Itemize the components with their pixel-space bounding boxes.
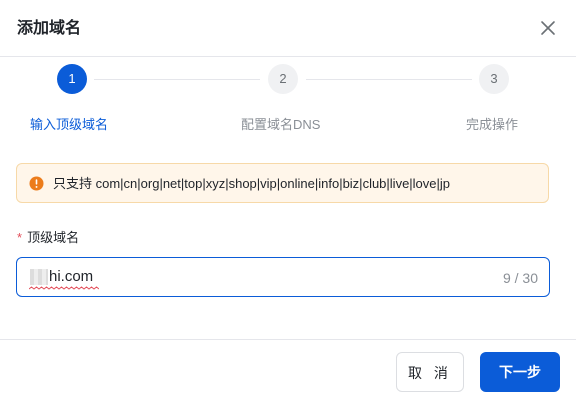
step-2-label: 配置域名DNS	[241, 117, 321, 132]
step-1-label: 输入顶级域名	[30, 117, 109, 132]
spellcheck-underline	[29, 286, 99, 290]
required-mark: *	[17, 230, 23, 245]
step-2-circle: 2	[268, 64, 298, 94]
close-icon[interactable]	[536, 16, 560, 40]
domain-field-label-text: 顶级域名	[27, 230, 80, 245]
alert-text: 只支持 com|cn|org|net|top|xyz|shop|vip|onli…	[53, 176, 451, 191]
step-3-circle: 3	[479, 64, 509, 94]
cancel-button[interactable]: 取 消	[396, 352, 464, 392]
redacted-text	[30, 269, 48, 285]
domain-input[interactable]: hi.com 9 / 30	[16, 257, 550, 297]
step-connector-2	[306, 79, 472, 80]
next-step-button[interactable]: 下一步	[480, 352, 560, 392]
domain-field-label: * 顶级域名	[17, 229, 79, 247]
step-3-label: 完成操作	[466, 117, 519, 132]
dialog-title: 添加域名	[17, 20, 82, 37]
dialog-header: 添加域名	[0, 0, 576, 57]
warning-icon	[29, 176, 44, 191]
step-connector-1	[94, 79, 260, 80]
domain-input-value: hi.com	[49, 268, 94, 285]
supported-tld-alert: 只支持 com|cn|org|net|top|xyz|shop|vip|onli…	[16, 163, 549, 203]
add-domain-dialog: 添加域名 1 2 3 输入顶级域名 配置域名DNS 完成操作 只支持 com|c…	[0, 0, 576, 404]
step-1-circle: 1	[57, 64, 87, 94]
char-counter: 9 / 30	[502, 270, 538, 286]
